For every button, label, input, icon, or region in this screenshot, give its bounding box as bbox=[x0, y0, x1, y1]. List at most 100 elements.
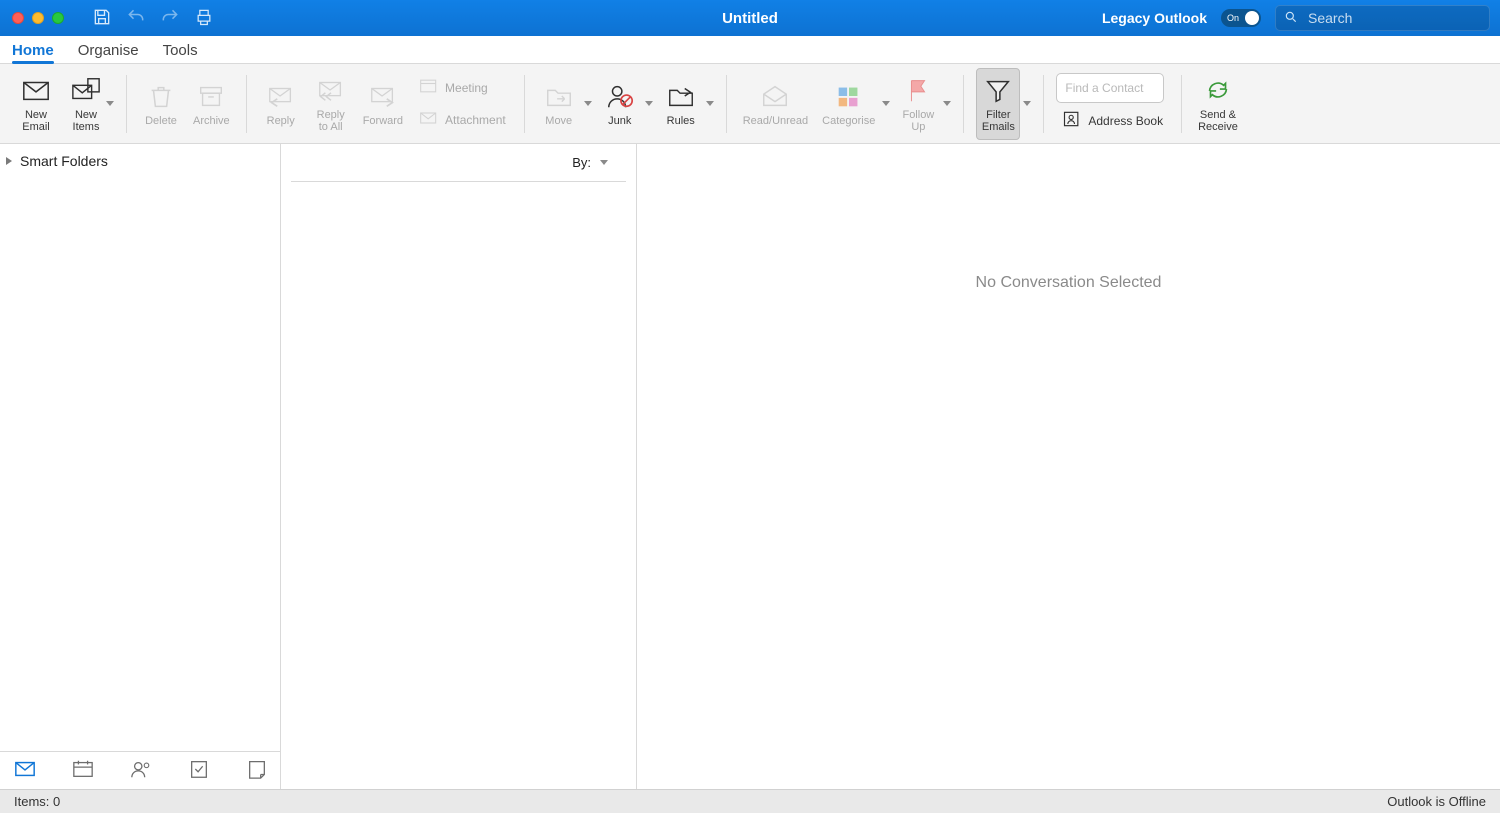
undo-icon[interactable] bbox=[126, 7, 146, 30]
status-connection: Outlook is Offline bbox=[1387, 794, 1486, 809]
envelope-open-icon bbox=[760, 82, 790, 113]
move-button[interactable]: Move bbox=[537, 68, 581, 140]
message-list-pane: By: bbox=[281, 144, 637, 789]
meeting-label: Meeting bbox=[445, 81, 488, 95]
attachment-label: Attachment bbox=[445, 113, 506, 127]
attachment-icon bbox=[419, 109, 439, 130]
move-dropdown-icon[interactable] bbox=[584, 101, 592, 106]
tab-home[interactable]: Home bbox=[12, 42, 54, 63]
group-new: New Email New Items bbox=[6, 64, 122, 143]
reply-label: Reply bbox=[267, 115, 295, 127]
maximize-window-button[interactable] bbox=[52, 12, 64, 24]
filter-emails-dropdown-icon[interactable] bbox=[1023, 101, 1031, 106]
new-email-label: New Email bbox=[22, 109, 50, 133]
search-icon bbox=[1284, 10, 1298, 27]
smart-folders-label: Smart Folders bbox=[20, 153, 108, 169]
people-icon bbox=[130, 759, 152, 779]
read-unread-label: Read/Unread bbox=[743, 115, 808, 127]
sort-dropdown-icon[interactable] bbox=[600, 160, 608, 165]
new-items-button[interactable]: New Items bbox=[64, 68, 108, 140]
envelope-doc-icon bbox=[71, 76, 101, 107]
status-items-count: Items: 0 bbox=[14, 794, 60, 809]
rules-dropdown-icon[interactable] bbox=[706, 101, 714, 106]
new-items-label: New Items bbox=[73, 109, 100, 133]
minimize-window-button[interactable] bbox=[32, 12, 44, 24]
follow-up-button[interactable]: Follow Up bbox=[896, 68, 940, 140]
tasks-icon bbox=[188, 759, 210, 779]
group-respond: Reply Reply to All Forward Meeting bbox=[251, 64, 520, 143]
legacy-outlook-toggle[interactable]: On bbox=[1221, 9, 1261, 27]
categorise-dropdown-icon[interactable] bbox=[882, 101, 890, 106]
reply-all-icon bbox=[316, 76, 346, 107]
notes-icon bbox=[246, 759, 268, 779]
status-bar: Items: 0 Outlook is Offline bbox=[0, 789, 1500, 813]
junk-person-icon bbox=[605, 82, 635, 113]
title-bar: Untitled Legacy Outlook On bbox=[0, 0, 1500, 36]
delete-label: Delete bbox=[145, 115, 177, 127]
envelope-icon bbox=[21, 76, 51, 107]
main-area: Smart Folders By: bbox=[0, 144, 1500, 789]
filter-emails-label: Filter Emails bbox=[982, 109, 1015, 133]
forward-icon bbox=[368, 82, 398, 113]
redo-icon[interactable] bbox=[160, 7, 180, 30]
group-move: Move Junk Rules bbox=[529, 64, 722, 143]
chevron-right-icon bbox=[6, 157, 12, 165]
group-send-receive: Send & Receive bbox=[1186, 64, 1250, 143]
list-header: By: bbox=[291, 144, 626, 182]
smart-folders-row[interactable]: Smart Folders bbox=[0, 144, 280, 178]
quick-access-toolbar bbox=[92, 7, 214, 30]
send-receive-button[interactable]: Send & Receive bbox=[1194, 68, 1242, 140]
follow-up-label: Follow Up bbox=[902, 109, 934, 133]
calendar-meeting-icon bbox=[419, 77, 439, 98]
reply-all-button[interactable]: Reply to All bbox=[309, 68, 353, 140]
new-items-dropdown-icon[interactable] bbox=[106, 101, 114, 106]
archive-icon bbox=[196, 82, 226, 113]
read-unread-button[interactable]: Read/Unread bbox=[739, 68, 812, 140]
junk-dropdown-icon[interactable] bbox=[645, 101, 653, 106]
mail-icon bbox=[14, 759, 36, 779]
calendar-icon bbox=[72, 759, 94, 779]
sync-icon bbox=[1203, 76, 1233, 107]
search-field-wrap[interactable] bbox=[1275, 5, 1490, 31]
attachment-button[interactable]: Attachment bbox=[413, 106, 512, 134]
nav-mail-button[interactable] bbox=[14, 759, 36, 782]
traffic-lights bbox=[0, 12, 64, 24]
reply-button[interactable]: Reply bbox=[259, 68, 303, 140]
tab-tools[interactable]: Tools bbox=[163, 42, 198, 63]
categorise-button[interactable]: Categorise bbox=[818, 68, 879, 140]
folder-move-icon bbox=[544, 82, 574, 113]
funnel-icon bbox=[983, 76, 1013, 107]
group-delete: Delete Archive bbox=[131, 64, 242, 143]
save-icon[interactable] bbox=[92, 7, 112, 30]
archive-button[interactable]: Archive bbox=[189, 68, 234, 140]
nav-people-button[interactable] bbox=[130, 759, 152, 782]
print-icon[interactable] bbox=[194, 7, 214, 30]
find-contact-wrap[interactable] bbox=[1056, 73, 1164, 103]
categorise-label: Categorise bbox=[822, 115, 875, 127]
filter-emails-button[interactable]: Filter Emails bbox=[976, 68, 1020, 140]
nav-notes-button[interactable] bbox=[246, 759, 268, 782]
meeting-button[interactable]: Meeting bbox=[413, 74, 512, 102]
rules-button[interactable]: Rules bbox=[659, 68, 703, 140]
group-find: Address Book bbox=[1048, 64, 1177, 143]
close-window-button[interactable] bbox=[12, 12, 24, 24]
new-email-button[interactable]: New Email bbox=[14, 68, 58, 140]
archive-label: Archive bbox=[193, 115, 230, 127]
junk-button[interactable]: Junk bbox=[598, 68, 642, 140]
address-book-label: Address Book bbox=[1088, 114, 1163, 128]
search-input[interactable] bbox=[1306, 9, 1481, 27]
legacy-outlook-label: Legacy Outlook bbox=[1102, 10, 1207, 26]
tab-organise[interactable]: Organise bbox=[78, 42, 139, 63]
address-book-button[interactable]: Address Book bbox=[1056, 107, 1169, 135]
toggle-knob bbox=[1245, 11, 1259, 25]
find-contact-input[interactable] bbox=[1063, 80, 1157, 96]
follow-up-dropdown-icon[interactable] bbox=[943, 101, 951, 106]
nav-bar bbox=[0, 751, 280, 789]
nav-tasks-button[interactable] bbox=[188, 759, 210, 782]
delete-button[interactable]: Delete bbox=[139, 68, 183, 140]
sidebar: Smart Folders bbox=[0, 144, 281, 789]
forward-button[interactable]: Forward bbox=[359, 68, 407, 140]
rules-icon bbox=[666, 82, 696, 113]
nav-calendar-button[interactable] bbox=[72, 759, 94, 782]
ribbon: New Email New Items Delete bbox=[0, 64, 1500, 144]
